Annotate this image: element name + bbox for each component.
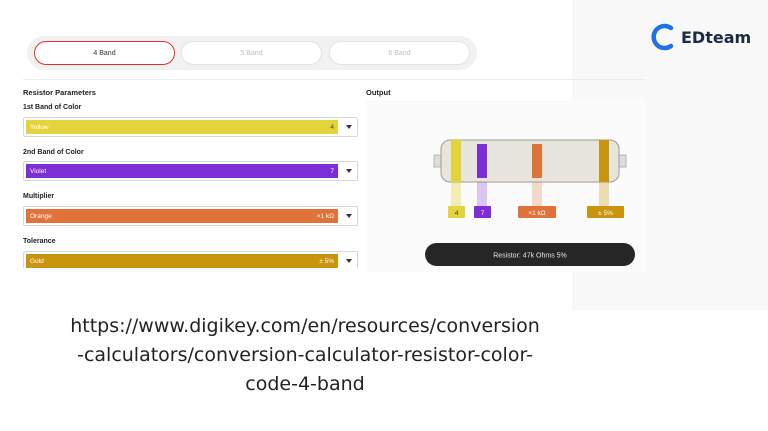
result-text: Resistor: 47k Ohms 5% bbox=[493, 253, 567, 260]
band-3-guide bbox=[532, 182, 542, 208]
second-band-color-name: Violet bbox=[30, 167, 47, 175]
resistor-body bbox=[440, 139, 620, 183]
multiplier-select[interactable]: Orange ×1 kΩ bbox=[23, 206, 358, 226]
band-1-guide bbox=[451, 182, 461, 208]
edteam-logo-icon bbox=[651, 23, 674, 51]
band-tag-1-text: 4 bbox=[455, 210, 459, 217]
url-line-3: code-4-band bbox=[245, 373, 365, 395]
tolerance-fill: Gold ± 5% bbox=[26, 254, 338, 268]
url-line-2: -calculators/conversion-calculator-resis… bbox=[77, 344, 533, 366]
resistor-band-2 bbox=[477, 144, 487, 178]
first-band-fill: Yellow 4 bbox=[26, 120, 338, 134]
resistor-parameters-title: Resistor Parameters bbox=[23, 88, 96, 97]
logo-text: EDteam bbox=[681, 27, 752, 47]
second-band-value: 7 bbox=[330, 167, 334, 175]
first-band-value: 4 bbox=[330, 123, 334, 131]
tab-5-band[interactable]: 5 Band bbox=[181, 41, 322, 65]
band-tag-3-text: ×1 kΩ bbox=[528, 210, 545, 217]
second-band-select[interactable]: Violet 7 bbox=[23, 161, 358, 181]
source-url: https://www.digikey.com/en/resources/con… bbox=[0, 312, 610, 399]
tab-6-band[interactable]: 6 Band bbox=[329, 41, 470, 65]
chevron-down-icon bbox=[346, 169, 352, 173]
band-tabs: 4 Band 5 Band 6 Band bbox=[27, 36, 477, 70]
url-line-1: https://www.digikey.com/en/resources/con… bbox=[70, 315, 540, 337]
tolerance-label: Tolerance bbox=[23, 238, 56, 245]
divider bbox=[23, 79, 645, 80]
multiplier-fill: Orange ×1 kΩ bbox=[26, 209, 338, 223]
output-title: Output bbox=[366, 88, 391, 97]
first-band-select[interactable]: Yellow 4 bbox=[23, 117, 358, 137]
tolerance-value: ± 5% bbox=[319, 257, 334, 265]
resistor-band-1 bbox=[451, 140, 461, 182]
chevron-down-icon bbox=[346, 125, 352, 129]
chevron-down-icon bbox=[346, 214, 352, 218]
first-band-color-name: Yellow bbox=[30, 123, 49, 131]
first-band-label: 1st Band of Color bbox=[23, 104, 82, 111]
resistor-band-3 bbox=[532, 144, 542, 178]
tab-4-band[interactable]: 4 Band bbox=[34, 41, 175, 65]
band-2-guide bbox=[477, 182, 487, 208]
resistor-diagram: 4 7 ×1 kΩ ± 5% Resistor: 47k Ohms 5% bbox=[425, 139, 635, 266]
edteam-logo: EDteam bbox=[651, 22, 751, 52]
second-band-fill: Violet 7 bbox=[26, 164, 338, 178]
chevron-down-icon bbox=[346, 259, 352, 263]
second-band-label: 2nd Band of Color bbox=[23, 149, 84, 156]
band-tag-2-text: 7 bbox=[481, 210, 485, 217]
multiplier-value: ×1 kΩ bbox=[316, 212, 334, 220]
multiplier-label: Multiplier bbox=[23, 193, 55, 200]
multiplier-color-name: Orange bbox=[30, 212, 52, 220]
resistor-band-4 bbox=[599, 140, 609, 182]
tolerance-color-name: Gold bbox=[30, 257, 44, 265]
band-4-guide bbox=[599, 182, 609, 208]
tolerance-select[interactable]: Gold ± 5% bbox=[23, 251, 358, 269]
band-tag-4-text: ± 5% bbox=[598, 210, 613, 217]
